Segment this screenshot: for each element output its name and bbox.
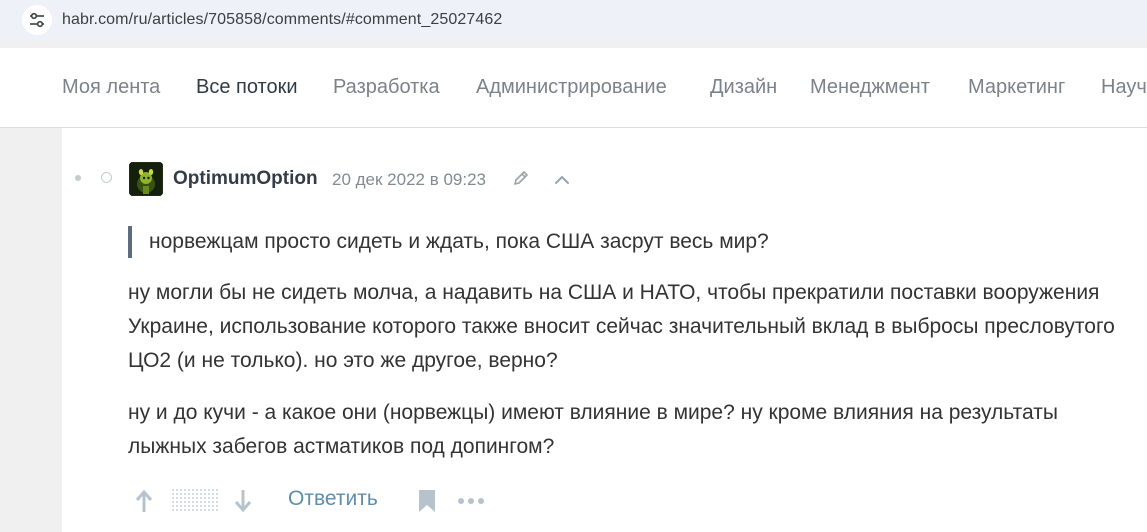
- comment-paragraph: ну и до кучи - а какое они (норвежцы) им…: [128, 401, 1058, 458]
- avatar[interactable]: [129, 162, 163, 196]
- nav-item-popsci[interactable]: Научпоп: [1101, 76, 1147, 99]
- top-navigation: Моя лента Все потоки Разработка Админист…: [0, 48, 1147, 128]
- avatar-image: [129, 162, 163, 196]
- comment-paragraph: ну могли бы не сидеть молча, а надавить …: [128, 281, 1115, 372]
- nav-item-all-flows[interactable]: Все потоки: [196, 76, 298, 99]
- arrow-up-icon[interactable]: [134, 488, 154, 514]
- arrow-down-icon[interactable]: [233, 488, 253, 514]
- nav-item-development[interactable]: Разработка: [333, 76, 440, 99]
- nav-item-my-feed[interactable]: Моя лента: [62, 76, 160, 99]
- address-bar[interactable]: habr.com/ru/articles/705858/comments/#co…: [0, 0, 1147, 40]
- site-settings-button[interactable]: [22, 5, 52, 35]
- pencil-icon[interactable]: [511, 168, 531, 188]
- reply-button[interactable]: Ответить: [288, 487, 378, 511]
- comment-author[interactable]: OptimumOption: [173, 168, 318, 190]
- more-dots-icon[interactable]: [457, 496, 485, 506]
- nav-item-management[interactable]: Менеджмент: [810, 76, 930, 99]
- settings-sliders-icon: [30, 12, 44, 28]
- url-text[interactable]: habr.com/ru/articles/705858/comments/#co…: [62, 11, 502, 29]
- nav-item-marketing[interactable]: Маркетинг: [968, 76, 1065, 99]
- comment-timestamp[interactable]: 20 дек 2022 в 09:23: [332, 170, 486, 190]
- rating-placeholder: [172, 489, 218, 513]
- chevron-up-icon[interactable]: [552, 170, 572, 188]
- nav-item-design[interactable]: Дизайн: [710, 76, 777, 99]
- bookmark-icon[interactable]: [418, 489, 436, 513]
- thread-level-dot: [75, 175, 81, 181]
- nav-item-administration[interactable]: Администрирование: [476, 76, 667, 99]
- comment-quote: норвежцам просто сидеть и ждать, пока СШ…: [128, 226, 769, 258]
- thread-level-ring: [101, 172, 112, 183]
